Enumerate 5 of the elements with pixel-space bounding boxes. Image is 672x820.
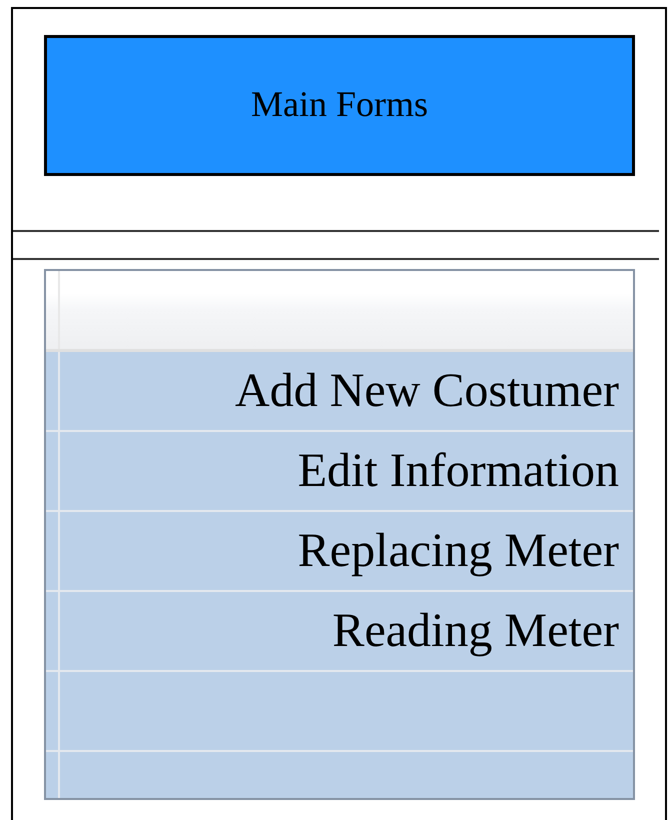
grid-row[interactable]: Reading Meter [60,592,633,670]
grid-row[interactable]: Replacing Meter [60,512,633,590]
grid-row[interactable]: Edit Information [60,432,633,510]
grid-row[interactable]: Add New Costumer [60,352,633,430]
main-forms-button[interactable]: Main Forms [44,35,635,176]
